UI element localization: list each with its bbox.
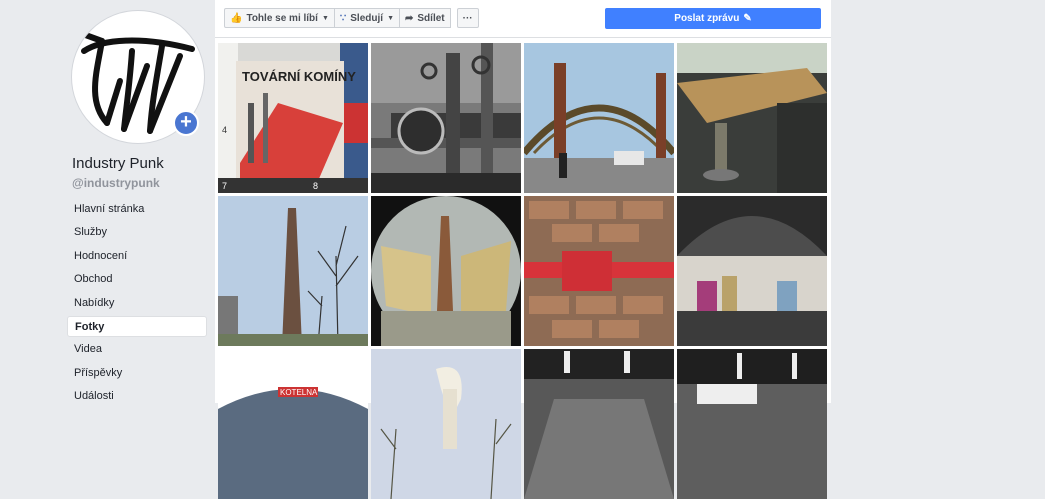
- more-button[interactable]: ···: [456, 8, 479, 28]
- sidebar-item-shop[interactable]: Obchod: [67, 269, 207, 290]
- photo-building-sign[interactable]: KOTELNA: [218, 349, 368, 499]
- send-message-button[interactable]: Poslat zprávu ✎: [605, 8, 821, 29]
- sidebar-item-services[interactable]: Služby: [67, 222, 207, 243]
- thumbs-up-icon: 👍: [230, 12, 243, 24]
- action-bar: 👍 Tohle se mi líbí ▼ ∵ Sledují ▼ ➦ Sdíle…: [215, 0, 831, 38]
- action-buttons: 👍 Tohle se mi líbí ▼ ∵ Sledují ▼ ➦ Sdíle…: [224, 8, 479, 28]
- share-icon: ➦: [405, 12, 414, 24]
- photo-fisheye-chimney[interactable]: [371, 196, 521, 346]
- like-button[interactable]: 👍 Tohle se mi líbí ▼: [224, 8, 335, 28]
- photo-tovarni-kominy-book[interactable]: TOVÁRNÍ KOMÍNY 4 7 8: [218, 43, 368, 193]
- photo-chimney-trees[interactable]: [218, 196, 368, 346]
- photo-brick-wall-red-hinge[interactable]: [524, 196, 674, 346]
- right-column: [831, 0, 1045, 403]
- sidebar-item-events[interactable]: Události: [67, 386, 207, 407]
- photo-factory-interior-1[interactable]: [524, 349, 674, 499]
- chevron-down-icon: ▼: [387, 14, 394, 22]
- svg-text:8: 8: [313, 181, 318, 191]
- sidebar-item-photos[interactable]: Fotky: [67, 315, 207, 337]
- building-sign-text: KOTELNA: [280, 388, 318, 397]
- more-icon: ···: [462, 12, 473, 24]
- sidebar-item-offers[interactable]: Nabídky: [67, 293, 207, 314]
- send-message-label: Poslat zprávu: [674, 13, 740, 24]
- sidebar-item-videos[interactable]: Videa: [67, 339, 207, 360]
- rss-icon: ∵: [339, 12, 347, 24]
- add-photo-icon[interactable]: +: [173, 110, 199, 136]
- sidebar-item-posts[interactable]: Příspěvky: [67, 363, 207, 384]
- follow-button[interactable]: ∵ Sledují ▼: [333, 8, 400, 28]
- photo-grid: TOVÁRNÍ KOMÍNY 4 7 8 KOTELNA: [218, 43, 827, 499]
- photo-sculpture-trees[interactable]: [371, 349, 521, 499]
- photo-exhibition-hall[interactable]: [677, 196, 827, 346]
- svg-text:4: 4: [222, 125, 227, 135]
- sidebar-nav: Hlavní stránka Služby Hodnocení Obchod N…: [67, 199, 207, 410]
- photo-pipes-valves[interactable]: [371, 43, 521, 193]
- main-column: 👍 Tohle se mi líbí ▼ ∵ Sledují ▼ ➦ Sdíle…: [215, 0, 831, 499]
- photo-bridge-street[interactable]: [524, 43, 674, 193]
- sidebar-item-reviews[interactable]: Hodnocení: [67, 246, 207, 267]
- share-label: Sdílet: [417, 12, 445, 24]
- page-title[interactable]: Industry Punk: [72, 155, 164, 172]
- share-button[interactable]: ➦ Sdílet: [399, 8, 451, 28]
- book-title-text: TOVÁRNÍ KOMÍNY: [242, 69, 356, 84]
- page-handle[interactable]: @industrypunk: [72, 176, 160, 190]
- svg-text:7: 7: [222, 181, 227, 191]
- sidebar-item-home[interactable]: Hlavní stránka: [67, 199, 207, 220]
- chevron-down-icon: ▼: [321, 14, 329, 22]
- photo-interior-table[interactable]: [677, 43, 827, 193]
- pencil-icon: ✎: [743, 13, 752, 24]
- follow-label: Sledují: [350, 12, 384, 24]
- left-column: + Industry Punk @industrypunk Hlavní str…: [0, 0, 215, 403]
- like-label: Tohle se mi líbí: [246, 12, 318, 24]
- photo-factory-interior-2[interactable]: [677, 349, 827, 499]
